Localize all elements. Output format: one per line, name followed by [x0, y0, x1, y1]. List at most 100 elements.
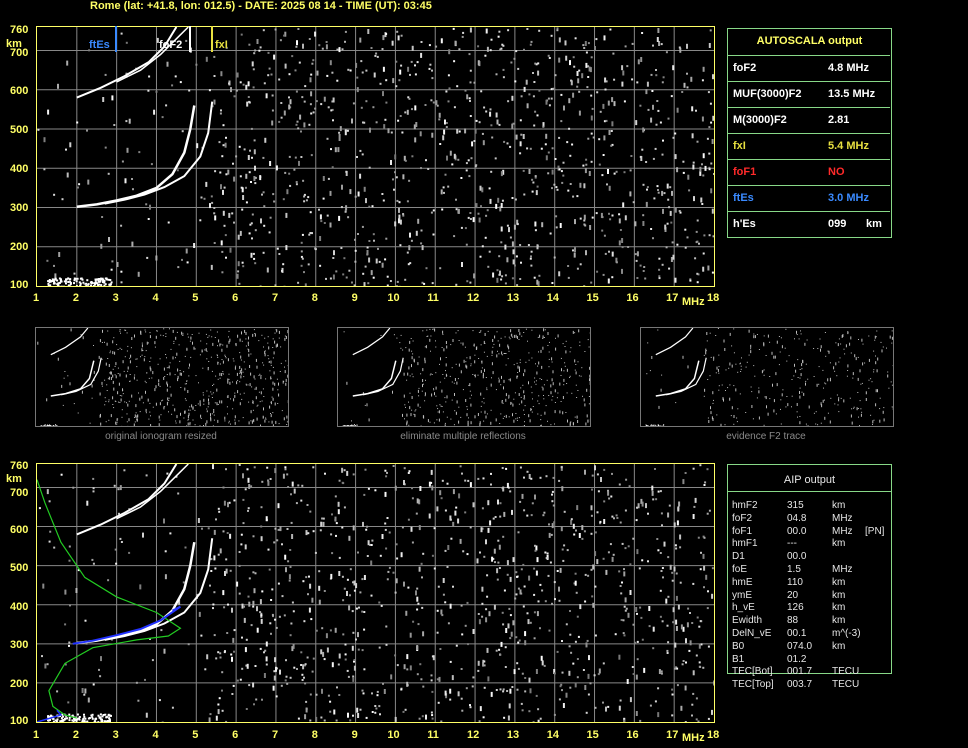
- aip-row: hmF2 315 km: [732, 500, 892, 512]
- aip-label: DelN_vE: [732, 628, 772, 639]
- aip-unit: MHz: [832, 525, 853, 537]
- x-tick-label: 10: [387, 729, 400, 741]
- x-tick-label: 5: [192, 292, 199, 304]
- autoscala-row: foF2 4.8 MHz: [728, 55, 890, 81]
- autoscala-label: M(3000)F2: [733, 114, 787, 126]
- thumbnail-evidence-f2: [640, 327, 894, 427]
- autoscala-unit: km: [866, 218, 882, 230]
- x-tick-label: 15: [586, 729, 599, 741]
- aip-unit: MHz: [832, 512, 853, 524]
- aip-title: AIP output: [783, 474, 836, 486]
- x-tick-label: 6: [232, 292, 239, 304]
- aip-unit: km: [832, 538, 846, 550]
- aip-unit: MHz: [832, 564, 853, 575]
- x-tick-label: 2: [72, 292, 79, 304]
- x-tick-label: 2: [72, 729, 79, 741]
- top-plot-area: [36, 26, 715, 287]
- autoscala-value: 3.0 MHz: [828, 192, 869, 204]
- x-tick-label: 13: [506, 292, 520, 304]
- aip-label: TEC[Bot]: [732, 666, 773, 678]
- x-tick-label: 1: [33, 729, 40, 741]
- autoscala-label: ftEs: [733, 192, 754, 204]
- autoscala-row: ftEs 3.0 MHz: [728, 185, 890, 211]
- x-tick-label: 5: [192, 729, 199, 741]
- aip-row: hmE 110 km: [732, 577, 892, 589]
- autoscala-row: M(3000)F2 2.81: [728, 107, 890, 133]
- ftEs-marker-label: ftEs: [89, 39, 110, 51]
- autoscala-value: NO: [828, 166, 845, 178]
- aip-label: TEC[Top]: [732, 679, 774, 691]
- aip-label: B1: [732, 653, 745, 665]
- thumbnail-caption: evidence F2 trace: [726, 431, 806, 442]
- x-tick-label: 4: [152, 292, 159, 304]
- autoscala-value: 099: [828, 218, 847, 230]
- x-tick-label: 11: [427, 729, 439, 741]
- aip-value: 00.0: [787, 551, 807, 563]
- aip-row: ymE 20 km: [732, 590, 892, 602]
- autoscala-label: fxI: [733, 140, 746, 152]
- y-tick-label: 100: [10, 715, 29, 727]
- aip-label: hmF1: [732, 538, 758, 550]
- x-tick-label: 7: [271, 292, 279, 304]
- x-tick-label: 4: [152, 729, 159, 741]
- aip-unit: TECU: [832, 666, 860, 678]
- aip-label: Ewidth: [732, 615, 763, 627]
- aip-value: 003.7: [787, 679, 813, 691]
- aip-unit: km: [832, 615, 846, 627]
- aip-value: ---: [787, 538, 797, 550]
- ftEs-marker-line: [115, 26, 117, 52]
- x-tick-label: 6: [232, 729, 239, 741]
- aip-row: D1 00.0: [732, 551, 892, 563]
- x-tick-label: 14: [546, 729, 559, 741]
- x-tick-label: 12: [467, 729, 480, 741]
- aip-row: foF1 00.0 MHz [PN]: [732, 526, 892, 538]
- x-tick-label: 1: [33, 292, 40, 304]
- x-tick-label: 8: [311, 292, 318, 304]
- x-tick-label: 15: [586, 292, 599, 304]
- aip-row: DelN_vE 00.1 m^(-3): [732, 628, 892, 640]
- x-tick-label: 18: [707, 729, 720, 741]
- bottom-ionogram-canvas: [37, 464, 714, 722]
- aip-label: B0: [732, 640, 745, 652]
- top-ionogram: km 760 700 600 500 400 300 200 100 ftEs …: [0, 22, 720, 312]
- aip-row: foE 1.5 MHz: [732, 564, 892, 576]
- autoscala-row: foF1 NO: [728, 159, 890, 185]
- autoscala-title: AUTOSCALA output: [756, 35, 863, 47]
- x-tick-label: 3: [112, 729, 119, 741]
- aip-unit: km: [832, 576, 846, 588]
- foF2-marker-label: foF2: [159, 39, 183, 51]
- y-tick-label: 600: [10, 524, 29, 536]
- y-tick-label: 700: [10, 487, 29, 499]
- aip-unit: m^(-3): [832, 628, 861, 639]
- top-ionogram-canvas: [37, 27, 714, 286]
- autoscala-row: h'Es 099 km: [728, 211, 890, 237]
- autoscala-row: fxI 5.4 MHz: [728, 133, 890, 159]
- x-tick-label: 7: [271, 729, 279, 741]
- y-tick-label: 400: [10, 601, 29, 613]
- thumbnail-caption: original ionogram resized: [105, 431, 217, 442]
- aip-row: B0 074.0 km: [732, 641, 892, 653]
- aip-label: hmF2: [732, 500, 758, 511]
- foF2-marker-line: [189, 26, 191, 52]
- thumbnail-caption: eliminate multiple reflections: [400, 431, 526, 442]
- aip-value: 00.0: [787, 525, 807, 537]
- aip-value: 074.0: [787, 640, 813, 652]
- x-tick-label: 10: [387, 292, 400, 304]
- y-unit-label: km: [6, 473, 22, 485]
- x-tick-label: 11: [427, 292, 439, 304]
- aip-value: 1.5: [787, 564, 801, 575]
- thumbnail-original: [35, 327, 289, 427]
- x-tick-label: 16: [626, 292, 639, 304]
- aip-label: foF2: [732, 512, 753, 524]
- x-tick-label: 17: [666, 729, 679, 741]
- y-tick-label: 760: [10, 24, 29, 36]
- autoscala-label: foF2: [733, 62, 757, 74]
- aip-unit: km: [832, 589, 846, 601]
- x-tick-label: 12: [467, 292, 480, 304]
- aip-unit: km: [832, 602, 846, 614]
- y-tick-label: 300: [10, 639, 29, 651]
- aip-label: foE: [732, 564, 748, 575]
- y-tick-label: 760: [10, 460, 29, 472]
- aip-unit: TECU: [832, 679, 860, 691]
- fxI-marker-line: [211, 26, 213, 52]
